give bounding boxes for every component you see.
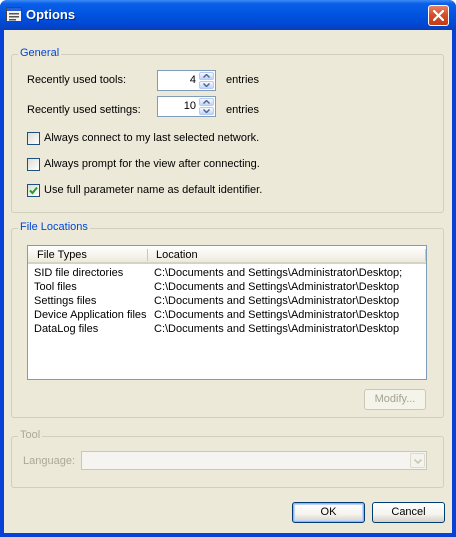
spin-down-button[interactable]: [199, 81, 214, 89]
file-type-cell: SID file directories: [34, 267, 124, 279]
connect-last-network-checkbox[interactable]: [27, 132, 40, 145]
column-separator[interactable]: [425, 249, 426, 261]
list-item[interactable]: DataLog files C:\Documents and Settings\…: [28, 323, 426, 337]
location-cell: C:\Documents and Settings\Administrator\…: [154, 267, 403, 279]
tool-group-label: Tool: [18, 429, 43, 441]
prompt-view-checkbox[interactable]: [27, 158, 40, 171]
cancel-button[interactable]: Cancel: [372, 502, 445, 523]
file-type-cell: Device Application files: [34, 309, 147, 321]
general-group-label: General: [18, 47, 62, 59]
close-button[interactable]: [428, 5, 449, 26]
dropdown-arrow-button[interactable]: [410, 453, 425, 468]
list-header: File Types Location: [28, 246, 426, 264]
spin-up-button[interactable]: [199, 98, 214, 106]
location-cell: C:\Documents and Settings\Administrator\…: [154, 323, 400, 335]
options-window-icon: [6, 7, 22, 22]
column-header-location[interactable]: Location: [156, 249, 198, 261]
ok-button[interactable]: OK: [292, 502, 365, 523]
chevron-up-icon: [203, 100, 210, 104]
file-type-cell: DataLog files: [34, 323, 99, 335]
location-cell: C:\Documents and Settings\Administrator\…: [154, 281, 400, 293]
list-item[interactable]: Tool files C:\Documents and Settings\Adm…: [28, 281, 426, 295]
recent-tools-spinner[interactable]: 4: [157, 70, 216, 91]
recent-tools-value[interactable]: 4: [190, 74, 196, 86]
location-cell: C:\Documents and Settings\Administrator\…: [154, 295, 400, 307]
spin-down-button[interactable]: [199, 107, 214, 115]
close-icon: [433, 10, 444, 21]
modify-button[interactable]: Modify...: [364, 389, 426, 410]
recent-settings-unit: entries: [226, 104, 260, 116]
recent-tools-label: Recently used tools:: [27, 74, 127, 86]
list-item[interactable]: Settings files C:\Documents and Settings…: [28, 295, 426, 309]
chevron-down-icon: [203, 109, 210, 113]
language-dropdown[interactable]: [81, 451, 427, 470]
column-header-file-types[interactable]: File Types: [37, 249, 87, 261]
checkmark-icon: [29, 186, 38, 195]
recent-settings-value[interactable]: 10: [184, 100, 196, 112]
chevron-down-icon: [203, 83, 210, 87]
connect-last-network-label[interactable]: Always connect to my last selected netwo…: [44, 132, 259, 144]
chevron-up-icon: [203, 74, 210, 78]
file-locations-list[interactable]: File Types Location SID file directories…: [27, 245, 427, 380]
full-parameter-name-checkbox[interactable]: [27, 184, 40, 197]
title-bar[interactable]: Options: [0, 0, 456, 30]
file-locations-group-label: File Locations: [18, 221, 90, 233]
recent-settings-label: Recently used settings:: [27, 104, 141, 116]
full-parameter-name-label[interactable]: Use full parameter name as default ident…: [44, 184, 262, 196]
file-type-cell: Settings files: [34, 295, 97, 307]
list-item[interactable]: SID file directories C:\Documents and Se…: [28, 267, 426, 281]
window-title: Options: [26, 7, 76, 22]
list-item[interactable]: Device Application files C:\Documents an…: [28, 309, 426, 323]
location-cell: C:\Documents and Settings\Administrator\…: [154, 309, 400, 321]
recent-tools-unit: entries: [226, 74, 260, 86]
chevron-down-icon: [414, 459, 422, 464]
prompt-view-label[interactable]: Always prompt for the view after connect…: [44, 158, 260, 170]
options-window: Options General Recently used tools: 4 e…: [0, 0, 456, 537]
column-separator[interactable]: [147, 249, 148, 261]
file-type-cell: Tool files: [34, 281, 77, 293]
dialog-client-area: General Recently used tools: 4 entries R…: [4, 30, 452, 533]
spin-up-button[interactable]: [199, 72, 214, 80]
language-label: Language:: [23, 455, 75, 467]
recent-settings-spinner[interactable]: 10: [157, 96, 216, 117]
